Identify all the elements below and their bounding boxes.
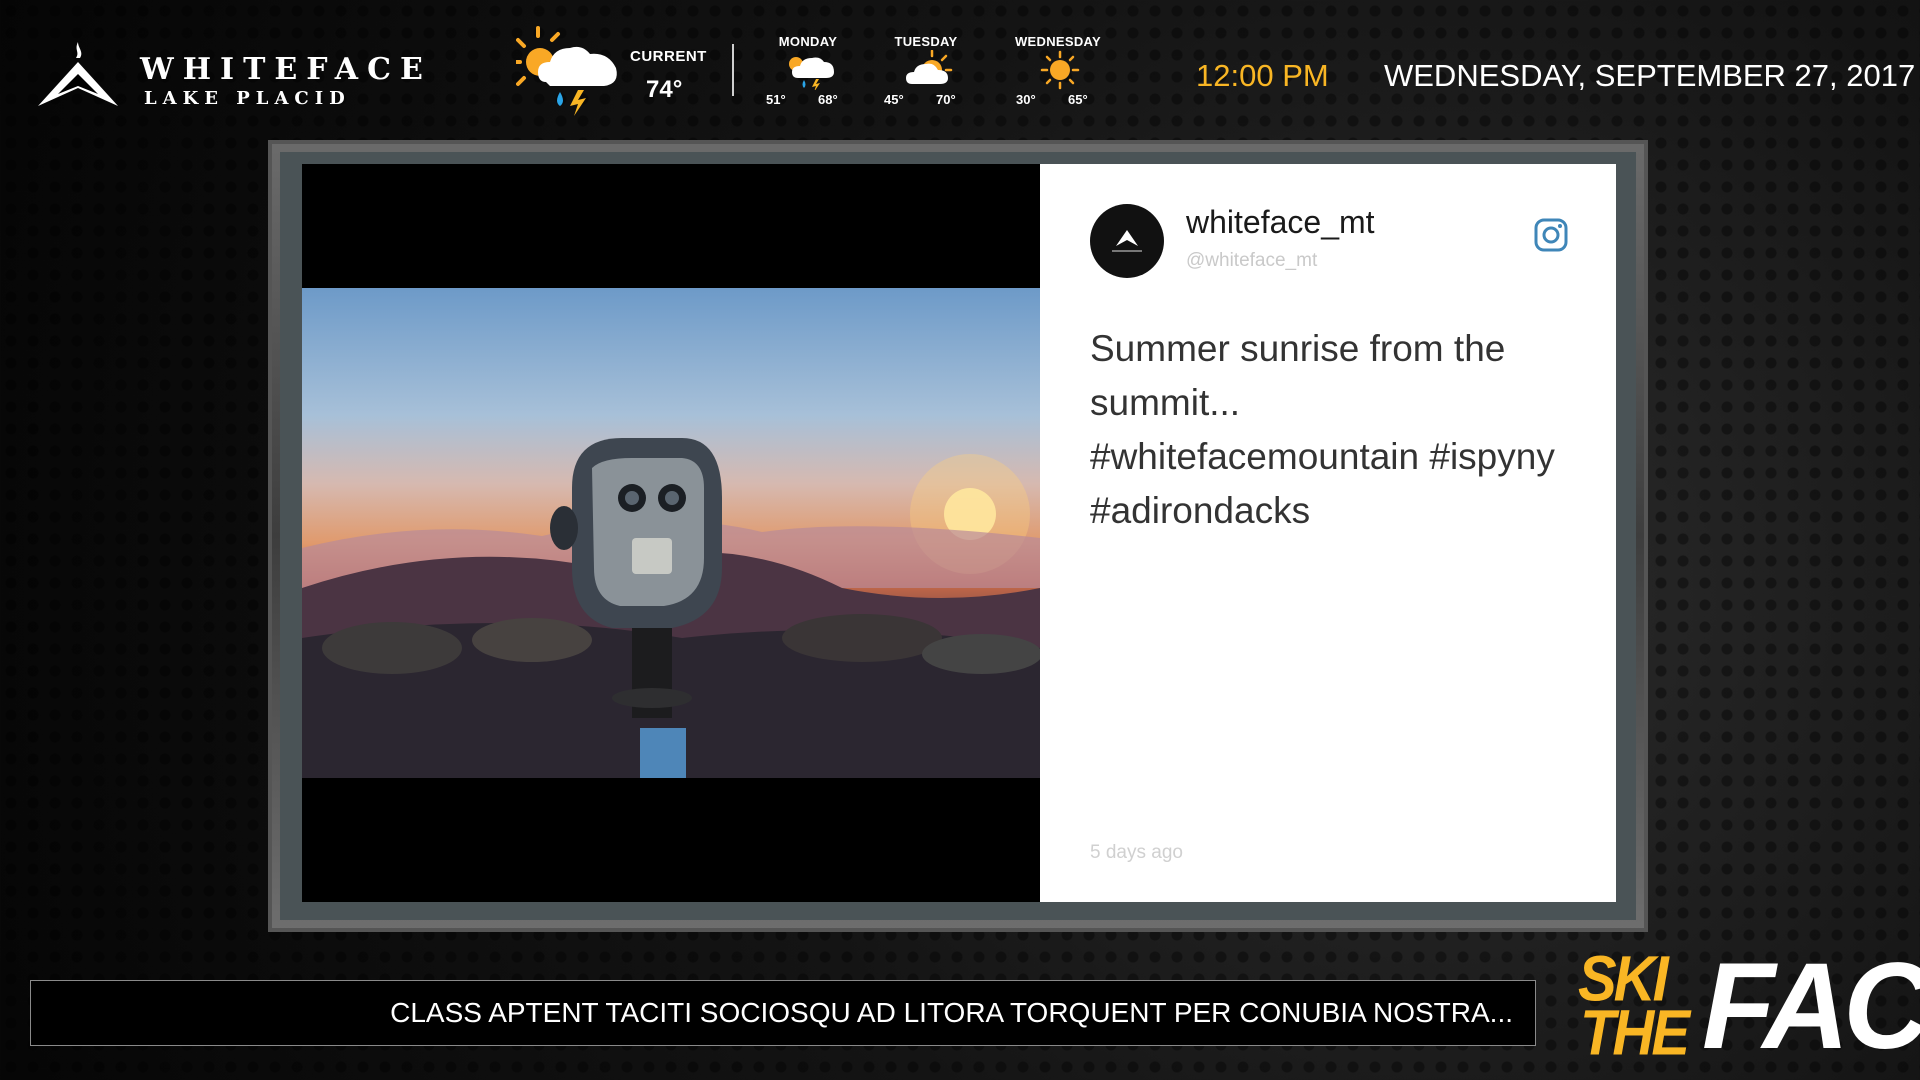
forecast-low: 51° [766, 92, 786, 107]
news-ticker: CLASS APTENT TACITI SOCIOSQU AD LITORA T… [30, 980, 1536, 1046]
forecast-day-name: WEDNESDAY [1014, 34, 1101, 49]
forecast-day-name: TUESDAY [894, 34, 958, 49]
forecast-monday: MONDAY 51° 68° [748, 34, 868, 114]
ticker-text: CLASS APTENT TACITI SOCIOSQU AD LITORA T… [390, 997, 1513, 1028]
post-photo [302, 288, 1040, 778]
ski-the-face-logo: SKI THE FACE [1576, 938, 1920, 1075]
summit-binocular-viewer-sunrise-photo [302, 438, 1040, 778]
forecast-day-name: MONDAY [778, 34, 838, 49]
forecast-low: 30° [1016, 92, 1036, 107]
post-media [302, 164, 1040, 902]
clock-date: WEDNESDAY, SEPTEMBER 27, 2017 [1384, 58, 1916, 93]
sun-icon [1040, 50, 1080, 90]
partly-cloudy-icon [906, 50, 953, 84]
promo-line-the: THE [1580, 997, 1690, 1069]
promo-line-face: FACE [1702, 938, 1920, 1075]
forecast-high: 65° [1068, 92, 1088, 107]
brand-name: WHITEFACE [140, 52, 432, 87]
forecast-high: 70° [936, 92, 956, 107]
instagram-post-card: whiteface_mt @whiteface_mt Summer sunris… [1040, 164, 1616, 902]
clock-time: 12:00 PM [1196, 58, 1329, 93]
forecast-tuesday: TUESDAY 45° 70° [866, 34, 986, 114]
weather-divider [732, 44, 734, 96]
mountain-logo-icon [38, 42, 118, 106]
instagram-icon [1534, 218, 1568, 252]
avatar [1090, 204, 1164, 278]
brand-location: LAKE PLACID [144, 88, 351, 109]
cloud-rain-lightning-icon [789, 57, 834, 90]
post-username[interactable]: whiteface_mt [1186, 204, 1375, 241]
sun-cloud-rain-lightning-icon [516, 26, 617, 116]
current-temp: 74° [646, 76, 683, 103]
post-caption: Summer sunrise from the summit... #white… [1090, 328, 1555, 531]
current-weather-label: CURRENT [630, 48, 707, 65]
forecast-low: 45° [884, 92, 904, 107]
forecast-wednesday: WEDNESDAY 30° 65° [998, 34, 1118, 114]
post-timestamp: 5 days ago [1090, 842, 1183, 863]
forecast-high: 68° [818, 92, 838, 107]
whiteface-logo-icon [1112, 230, 1142, 252]
whiteface-logo: WHITEFACE LAKE PLACID [36, 38, 436, 112]
post-handle: @whiteface_mt [1186, 250, 1318, 271]
current-weather: CURRENT 74° [516, 26, 716, 116]
